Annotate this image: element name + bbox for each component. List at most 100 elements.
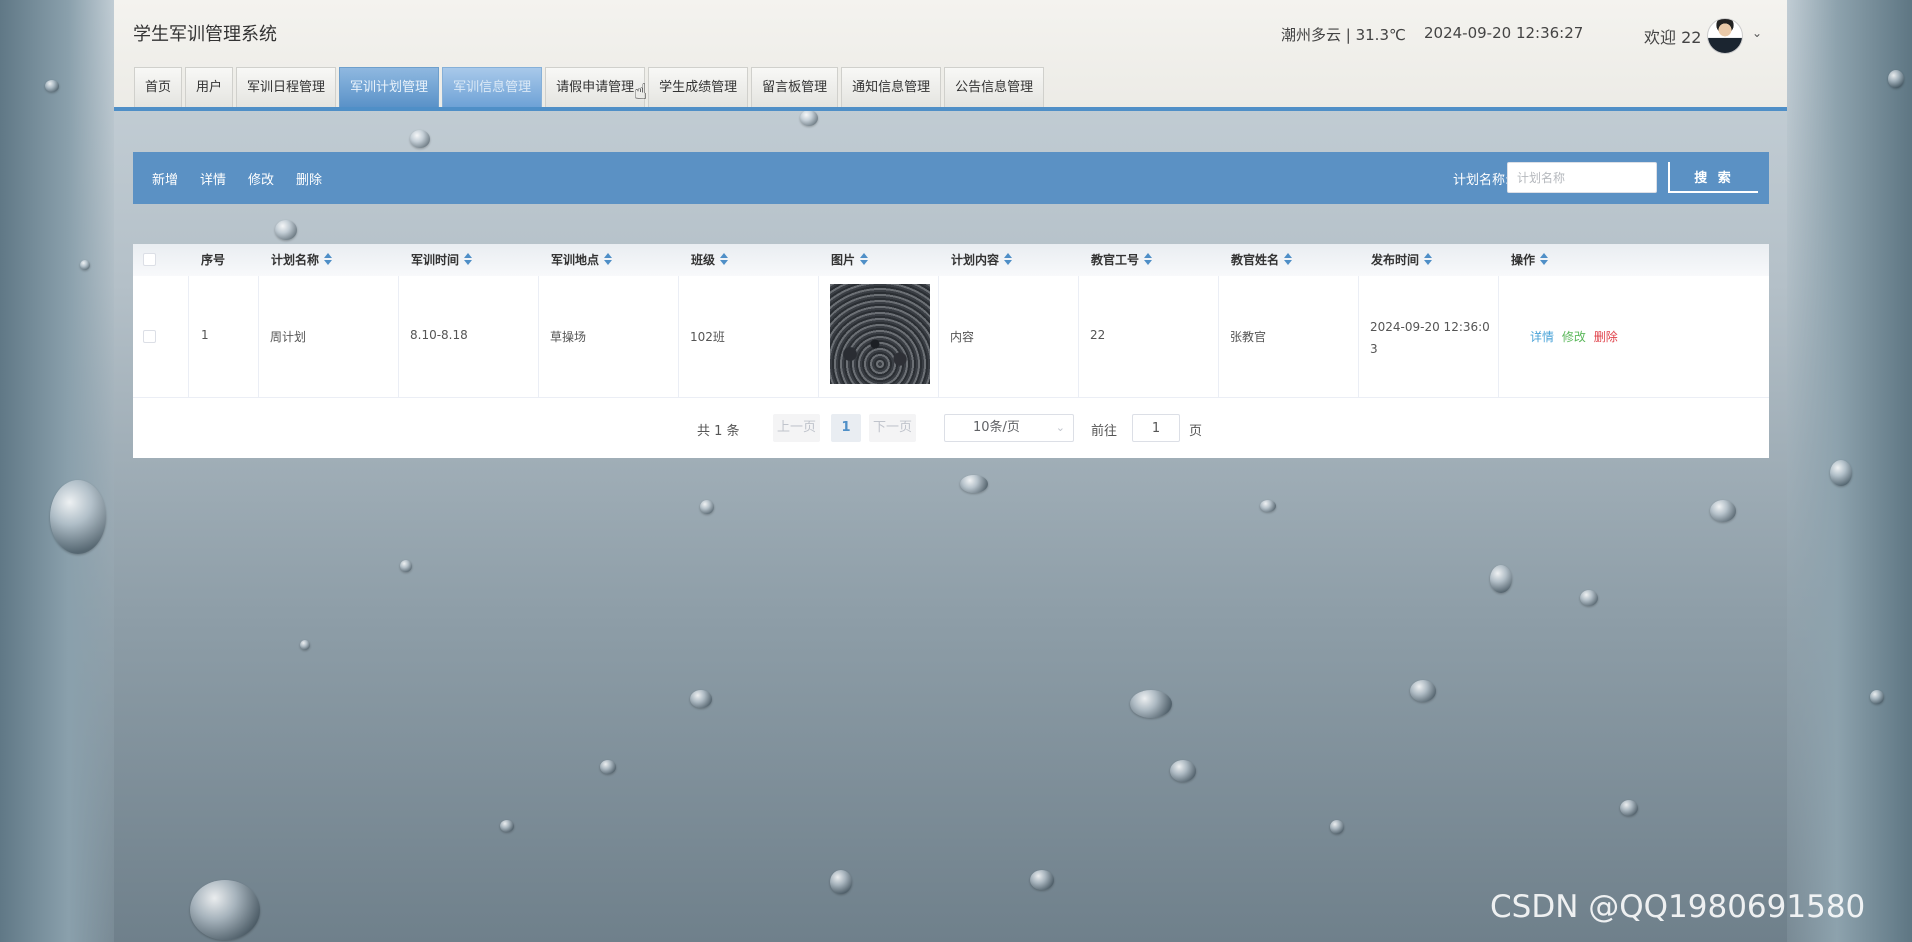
page-size-value: 10条/页	[973, 420, 1020, 435]
column-divider	[938, 276, 939, 398]
goto-page-input[interactable]	[1132, 414, 1180, 442]
detail-button[interactable]: 详情	[200, 169, 226, 188]
next-page-button[interactable]: 下一页	[869, 414, 917, 442]
plan-photo-image[interactable]	[830, 284, 930, 384]
sort-icon[interactable]	[1284, 253, 1293, 265]
nav-divider	[114, 107, 1787, 111]
column-header-class[interactable]: 班级	[691, 244, 729, 276]
row-delete-link[interactable]: 删除	[1594, 330, 1618, 344]
add-button[interactable]: 新增	[152, 169, 178, 188]
weather-info: 潮州多云 | 31.3℃	[1281, 26, 1406, 44]
select-all-checkbox[interactable]	[143, 253, 156, 266]
app-window: 学生军训管理系统 潮州多云 | 31.3℃ 2024-09-20 12:36:2…	[114, 0, 1787, 942]
column-divider	[258, 276, 259, 398]
column-header-label: 军训地点	[551, 253, 600, 267]
mouse-pointer-icon: ☝	[634, 80, 648, 105]
sort-icon[interactable]	[464, 253, 473, 265]
nav-item-notifications[interactable]: 通知信息管理	[841, 67, 942, 107]
goto-label: 前往	[1091, 424, 1118, 439]
column-divider	[1078, 276, 1079, 398]
sort-icon[interactable]	[324, 253, 333, 265]
row-edit-link[interactable]: 修改	[1562, 330, 1586, 344]
cell-published: 2024-09-20 12:36:03	[1370, 320, 1490, 356]
cell-content: 内容	[950, 330, 975, 344]
current-datetime: 2024-09-20 12:36:27	[1424, 24, 1584, 42]
plan-name-search-input[interactable]	[1507, 162, 1657, 193]
column-divider	[1218, 276, 1219, 398]
delete-button[interactable]: 删除	[296, 169, 322, 188]
column-header-time[interactable]: 军训时间	[411, 244, 473, 276]
nav-item-training-schedule[interactable]: 军训日程管理	[236, 67, 337, 107]
column-divider	[188, 276, 189, 398]
sort-icon[interactable]	[1424, 253, 1433, 265]
edit-button[interactable]: 修改	[248, 169, 274, 188]
sort-icon[interactable]	[604, 253, 613, 265]
column-header-actions[interactable]: 操作	[1511, 244, 1549, 276]
column-header-location[interactable]: 军训地点	[551, 244, 613, 276]
cell-instructor-name: 张教官	[1230, 330, 1267, 344]
avatar[interactable]	[1707, 18, 1743, 54]
nav-item-announcements[interactable]: 公告信息管理	[944, 67, 1045, 107]
top-nav: 首页 用户 军训日程管理 军训计划管理 军训信息管理 请假申请管理 学生成绩管理…	[134, 67, 1045, 107]
sort-icon[interactable]	[1144, 253, 1153, 265]
row-checkbox[interactable]	[143, 330, 156, 343]
column-header-content[interactable]: 计划内容	[951, 244, 1013, 276]
column-header-label: 图片	[831, 253, 856, 267]
page-suffix: 页	[1189, 424, 1203, 439]
sort-icon[interactable]	[720, 253, 729, 265]
toolbar: 新增 详情 修改 删除 计划名称: 搜 索	[133, 152, 1769, 204]
sort-icon[interactable]	[860, 253, 869, 265]
plan-table: 序号 计划名称 军训时间 军训地点 班级 图片 计划内容 教官工号 教官姓名 发…	[133, 244, 1769, 458]
table-row[interactable]: 1 周计划 8.10-8.18 草操场 102班 内容 22 张教官 2024-…	[133, 276, 1769, 398]
app-title: 学生军训管理系统	[133, 24, 277, 45]
column-header-label: 发布时间	[1371, 253, 1420, 267]
column-header-label: 序号	[201, 253, 226, 267]
column-divider	[1498, 276, 1499, 398]
row-detail-link[interactable]: 详情	[1530, 330, 1554, 344]
nav-item-training-info[interactable]: 军训信息管理	[442, 67, 543, 107]
column-header-instructor-id[interactable]: 教官工号	[1091, 244, 1153, 276]
column-header-published[interactable]: 发布时间	[1371, 244, 1433, 276]
column-divider	[818, 276, 819, 398]
cell-class: 102班	[690, 330, 725, 344]
search-button[interactable]: 搜 索	[1668, 162, 1758, 193]
background-left-edge	[0, 0, 114, 942]
nav-item-leave-requests[interactable]: 请假申请管理	[545, 67, 646, 107]
column-header-index: 序号	[201, 244, 225, 276]
column-header-label: 教官工号	[1091, 253, 1140, 267]
raindrop	[45, 80, 59, 92]
cell-plan-name: 周计划	[270, 330, 307, 344]
nav-item-message-board[interactable]: 留言板管理	[751, 67, 839, 107]
raindrop	[1888, 70, 1904, 88]
pagination: 共 1 条 上一页 1 下一页 10条/页 ⌄ 前往 页	[133, 414, 1769, 444]
nav-item-home[interactable]: 首页	[134, 67, 183, 107]
column-header-label: 操作	[1511, 253, 1536, 267]
table-header: 序号 计划名称 军训时间 军训地点 班级 图片 计划内容 教官工号 教官姓名 发…	[133, 244, 1769, 276]
column-header-label: 计划名称	[271, 253, 320, 267]
sort-icon[interactable]	[1004, 253, 1013, 265]
column-header-image[interactable]: 图片	[831, 244, 869, 276]
column-header-instructor-name[interactable]: 教官姓名	[1231, 244, 1293, 276]
chevron-down-icon: ⌄	[1055, 421, 1065, 434]
chevron-down-icon[interactable]: ⌄	[1752, 26, 1762, 40]
nav-item-users[interactable]: 用户	[185, 67, 234, 107]
pagination-total: 共 1 条	[697, 424, 740, 439]
nav-item-training-plan[interactable]: 军训计划管理	[339, 67, 440, 107]
cell-location: 草操场	[550, 330, 587, 344]
welcome-text: 欢迎 22	[1644, 28, 1702, 47]
header: 学生军训管理系统 潮州多云 | 31.3℃ 2024-09-20 12:36:2…	[114, 0, 1787, 110]
column-header-label: 计划内容	[951, 253, 1000, 267]
column-header-label: 军训时间	[411, 253, 460, 267]
column-divider	[538, 276, 539, 398]
page-number-current[interactable]: 1	[831, 414, 861, 442]
page-size-select[interactable]: 10条/页 ⌄	[944, 414, 1074, 442]
prev-page-button[interactable]: 上一页	[773, 414, 821, 442]
cell-index: 1	[201, 328, 209, 342]
raindrop	[1830, 460, 1852, 486]
column-header-label: 班级	[691, 253, 716, 267]
sort-icon[interactable]	[1540, 253, 1549, 265]
column-header-plan-name[interactable]: 计划名称	[271, 244, 333, 276]
raindrop	[80, 260, 90, 270]
nav-item-student-scores[interactable]: 学生成绩管理	[648, 67, 749, 107]
column-divider	[398, 276, 399, 398]
